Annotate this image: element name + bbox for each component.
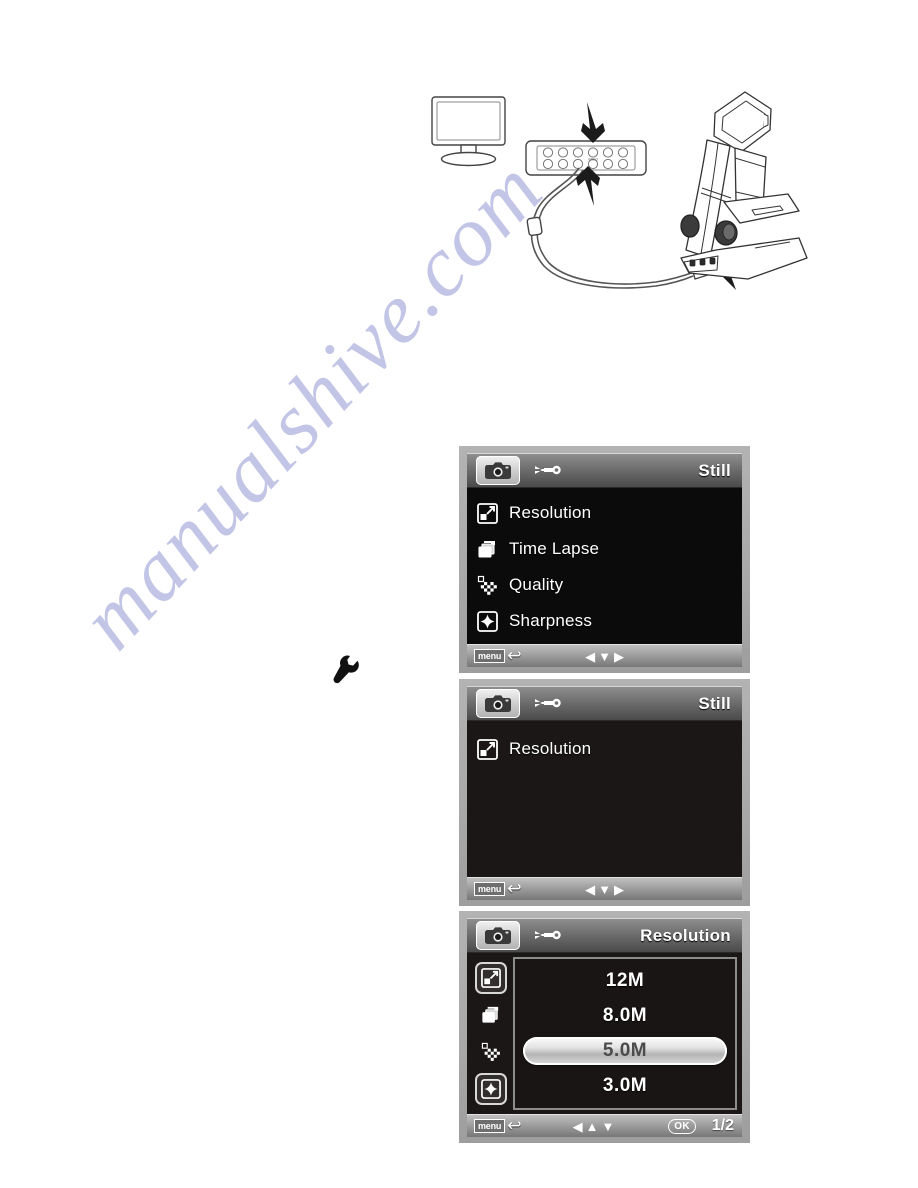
wrench-icon bbox=[330, 652, 364, 692]
resolution-icon bbox=[476, 738, 499, 761]
osd-menu-list: Resolution bbox=[467, 721, 742, 767]
back-arrow-icon: ↩ bbox=[507, 646, 522, 665]
dpad-right-icon: ▶ bbox=[613, 648, 624, 664]
menu-item-label: Resolution bbox=[509, 503, 592, 522]
menu-item-label: Resolution bbox=[509, 739, 592, 758]
osd-panel-still-resolution-only: Still Resolution menu ↩ ◀ ▼ ▶ bbox=[459, 679, 750, 906]
osd-body: Resolution bbox=[467, 721, 742, 877]
osd-footer: menu ↩ ◀ ▼ ▶ bbox=[467, 877, 742, 900]
menu-button[interactable]: menu ↩ bbox=[474, 1116, 522, 1135]
osd-body: Resolution Time Lapse Quality Sharpness bbox=[467, 488, 742, 644]
osd-side-rail bbox=[469, 957, 513, 1110]
menu-button-label: menu bbox=[474, 649, 506, 663]
dpad-hints: ◀ ▲ ▼ bbox=[573, 1120, 615, 1133]
dpad-hints: ◀ ▼ ▶ bbox=[585, 883, 624, 896]
menu-button[interactable]: menu ↩ bbox=[474, 646, 522, 665]
resolution-icon bbox=[476, 502, 499, 525]
tv-connection-diagram: VIDEO bbox=[418, 80, 808, 315]
osd-footer: menu ↩ ◀ ▲ ▼ OK 1/2 bbox=[467, 1114, 742, 1137]
osd-mode-label: Still bbox=[698, 460, 731, 480]
option-5m[interactable]: 5.0M bbox=[523, 1037, 727, 1066]
ok-button[interactable]: OK bbox=[668, 1118, 696, 1134]
osd-menu-list: Resolution Time Lapse Quality Sharpness bbox=[467, 488, 742, 639]
quality-icon bbox=[476, 574, 499, 597]
dpad-left-icon: ◀ bbox=[585, 648, 596, 664]
rail-resolution-icon[interactable] bbox=[477, 964, 505, 993]
dpad-left-icon: ◀ bbox=[572, 1118, 583, 1134]
menu-item-time-lapse[interactable]: Time Lapse bbox=[476, 531, 742, 567]
tab-camera[interactable] bbox=[476, 456, 520, 485]
menu-button[interactable]: menu ↩ bbox=[474, 879, 522, 898]
tab-camera[interactable] bbox=[476, 689, 520, 718]
osd-panel-still-menu: Still Resolution Time Lapse Quality Shar… bbox=[459, 446, 750, 673]
tab-setup[interactable] bbox=[528, 689, 568, 718]
tab-setup[interactable] bbox=[528, 456, 568, 485]
osd-footer: menu ↩ ◀ ▼ ▶ bbox=[467, 644, 742, 667]
resolution-option-list: 12M 8.0M 5.0M 3.0M bbox=[513, 957, 737, 1110]
osd-header: Still bbox=[467, 687, 742, 721]
menu-button-label: menu bbox=[474, 882, 506, 896]
dpad-down-icon: ▼ bbox=[598, 648, 611, 664]
menu-item-sharpness[interactable]: Sharpness bbox=[476, 603, 742, 639]
menu-item-label: Time Lapse bbox=[509, 539, 600, 558]
osd-panel-resolution-options: Resolution 12M 8.0M 5.0M 3.0M menu ↩ ◀ ▲… bbox=[459, 911, 750, 1143]
dpad-down-icon: ▼ bbox=[598, 881, 611, 897]
svg-text:VIDEO: VIDEO bbox=[588, 158, 598, 162]
osd-body: 12M 8.0M 5.0M 3.0M bbox=[467, 953, 742, 1114]
tab-camera[interactable] bbox=[476, 921, 520, 950]
option-8m[interactable]: 8.0M bbox=[523, 1002, 727, 1030]
osd-header: Resolution bbox=[467, 919, 742, 953]
option-12m[interactable]: 12M bbox=[523, 967, 727, 995]
time-lapse-icon bbox=[476, 538, 499, 561]
tab-setup[interactable] bbox=[528, 921, 568, 950]
menu-button-label: menu bbox=[474, 1119, 506, 1133]
digital-microscope-icon bbox=[680, 91, 808, 280]
arrow-to-tv-port-icon bbox=[581, 102, 605, 143]
dpad-right-icon: ▶ bbox=[613, 881, 624, 897]
menu-item-resolution[interactable]: Resolution bbox=[476, 495, 742, 531]
osd-header: Still bbox=[467, 454, 742, 488]
osd-mode-label: Resolution bbox=[640, 925, 731, 945]
menu-item-label: Quality bbox=[509, 575, 564, 594]
menu-item-label: Sharpness bbox=[509, 611, 593, 630]
rail-time-lapse-icon[interactable] bbox=[477, 1001, 505, 1029]
menu-item-resolution[interactable]: Resolution bbox=[476, 731, 742, 767]
rail-sharpness-icon[interactable] bbox=[477, 1074, 505, 1103]
dpad-up-icon: ▲ bbox=[585, 1118, 599, 1134]
menu-item-quality[interactable]: Quality bbox=[476, 567, 742, 603]
option-3m[interactable]: 3.0M bbox=[523, 1072, 727, 1100]
rail-quality-icon[interactable] bbox=[477, 1038, 505, 1066]
back-arrow-icon: ↩ bbox=[507, 1116, 522, 1135]
page-indicator: 1/2 bbox=[711, 1117, 734, 1134]
sharpness-icon bbox=[476, 610, 499, 633]
dpad-down-icon: ▼ bbox=[601, 1118, 615, 1134]
osd-mode-label: Still bbox=[698, 693, 731, 713]
back-arrow-icon: ↩ bbox=[507, 879, 522, 898]
monitor-icon bbox=[431, 96, 506, 167]
dpad-left-icon: ◀ bbox=[585, 881, 596, 897]
dpad-hints: ◀ ▼ ▶ bbox=[585, 650, 624, 663]
